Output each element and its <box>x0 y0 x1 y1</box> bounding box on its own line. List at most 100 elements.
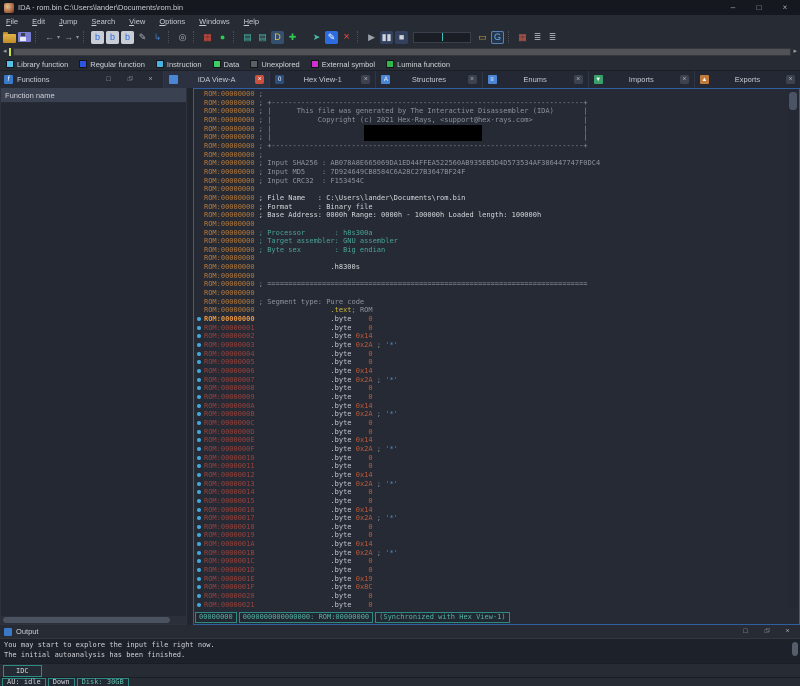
listing-line[interactable]: ROM:0000000B .byte 0x2A ; '*' <box>194 410 799 419</box>
listing-line[interactable]: ROM:00000011 .byte 0 <box>194 462 799 471</box>
listing-line[interactable]: ROM:00000012 .byte 0x14 <box>194 471 799 480</box>
toolbar-flow-chart-icon[interactable]: ≣ <box>531 31 544 44</box>
panel-close-icon[interactable]: × <box>779 628 796 635</box>
listing-line[interactable]: ROM:00000009 .byte 0 <box>194 393 799 402</box>
listing-line[interactable]: ROM:00000002 .byte 0x14 <box>194 332 799 341</box>
toolbar-lumina-server-icon[interactable]: G <box>491 31 504 44</box>
save-file-icon[interactable] <box>18 32 31 42</box>
listing-line[interactable]: ROM:00000018 .byte 0 <box>194 523 799 532</box>
jump-by-name-icon[interactable]: b <box>91 31 104 44</box>
listing-line[interactable]: ROM:00000000 .text; ROM <box>194 306 799 315</box>
toolbar-nav-back-icon[interactable]: ←▾ <box>43 31 60 44</box>
listing-line[interactable]: ROM:00000006 .byte 0x14 <box>194 367 799 376</box>
tab-enums[interactable]: ≡Enums× <box>482 71 588 88</box>
tab-structures[interactable]: AStructures× <box>375 71 481 88</box>
listing-line[interactable]: ROM:00000000 ; Base Address: 0000h Range… <box>194 211 799 220</box>
listing-line[interactable]: ROM:00000000 <box>194 289 799 298</box>
listing-line[interactable]: ROM:00000000 ; Input CRC32 : F153454C <box>194 177 799 186</box>
toolbar-undefine-icon[interactable]: × <box>340 31 353 44</box>
panel-close-icon[interactable]: × <box>142 76 159 83</box>
navband-right-icon[interactable]: ▸ <box>793 48 797 56</box>
toolbar-jump-function-icon[interactable]: b <box>106 31 119 44</box>
listing-line[interactable]: ROM:00000000 <box>194 254 799 263</box>
debug-pause-icon[interactable]: ▮▮ <box>380 31 393 44</box>
menu-edit[interactable]: Edit <box>32 17 45 26</box>
toolbar-debug-stop-icon[interactable]: ■ <box>395 31 408 44</box>
tab-close-icon[interactable]: × <box>468 75 477 84</box>
add-function-icon[interactable]: ✚ <box>286 31 299 44</box>
listing-line[interactable]: ROM:0000000F .byte 0x2A ; '*' <box>194 445 799 454</box>
tab-close-icon[interactable]: × <box>361 75 370 84</box>
call-graph-icon[interactable]: ≣ <box>546 31 559 44</box>
navigation-band[interactable]: ◂ ▸ <box>0 46 800 58</box>
listing-line[interactable]: ROM:00000013 .byte 0x2A ; '*' <box>194 480 799 489</box>
tab-close-icon[interactable]: × <box>786 75 795 84</box>
menu-file[interactable]: File <box>6 17 18 26</box>
toolbar-nav-forward-icon[interactable]: →▾ <box>62 31 79 44</box>
listing-line[interactable]: ROM:00000003 .byte 0x2A ; '*' <box>194 341 799 350</box>
functions-hscrollbar[interactable] <box>1 616 186 624</box>
listing-line[interactable]: ROM:00000014 .byte 0 <box>194 488 799 497</box>
listing-line[interactable]: ROM:00000000 <box>194 185 799 194</box>
toolbar-lumina-icon[interactable]: ● <box>216 31 229 44</box>
listing-line[interactable]: ROM:00000000 ; <box>194 90 799 99</box>
listing-line[interactable]: ROM:00000000 ; +------------------------… <box>194 99 799 108</box>
jump-function-icon[interactable]: b <box>106 31 119 44</box>
listing-line[interactable]: ROM:0000000A .byte 0x14 <box>194 402 799 411</box>
listing-line[interactable]: ROM:00000000 ; | Copyright (c) 2021 Hex-… <box>194 116 799 125</box>
listing-line[interactable]: ROM:00000000 .byte 0 <box>194 315 799 324</box>
listing-line[interactable]: ROM:00000000 <box>194 272 799 281</box>
toolbar-keyboard-icon[interactable]: ✎ <box>136 31 149 44</box>
listing-line[interactable]: ROM:00000020 .byte 0 <box>194 592 799 601</box>
listing-line[interactable]: ROM:0000000C .byte 0 <box>194 419 799 428</box>
menu-options[interactable]: Options <box>159 17 185 26</box>
tab-ida-view-a[interactable]: IDA View-A× <box>163 71 269 88</box>
toolbar-search-icon[interactable]: ◎ <box>176 31 189 44</box>
toolbar-open-file-icon[interactable] <box>3 31 16 43</box>
search-icon[interactable]: ◎ <box>176 31 189 44</box>
listing-line[interactable]: ROM:0000001F .byte 0x8C <box>194 583 799 592</box>
disassembly-listing[interactable]: ROM:00000000 ;ROM:00000000 ; +----------… <box>194 89 799 610</box>
maximize-icon[interactable]: □ <box>748 0 770 15</box>
listing-line[interactable]: ROM:00000000 .h8300s <box>194 263 799 272</box>
chart-icon[interactable]: ▦ <box>516 31 529 44</box>
toolbar-chart-icon[interactable]: ▦ <box>516 31 529 44</box>
close-icon[interactable]: × <box>774 0 796 15</box>
listing-line[interactable]: ROM:00000000 ; <box>194 151 799 160</box>
tab-close-icon[interactable]: × <box>255 75 264 84</box>
tab-hex-view-1[interactable]: 0Hex View-1× <box>269 71 375 88</box>
dropdown-caret-icon[interactable]: ▾ <box>76 34 79 41</box>
functions-column-header[interactable]: Function name <box>1 88 186 103</box>
apply-icon[interactable]: ➤ <box>310 31 323 44</box>
toolbar-call-graph-icon[interactable]: ≣ <box>546 31 559 44</box>
functions-list[interactable] <box>1 103 186 616</box>
toolbar-colors-icon[interactable]: ▦ <box>201 31 214 44</box>
listing-line[interactable]: ROM:00000000 ; =========================… <box>194 280 799 289</box>
flow-chart-icon[interactable]: ≣ <box>531 31 544 44</box>
listing-line[interactable]: ROM:00000015 .byte 0 <box>194 497 799 506</box>
toolbar-debug-run-icon[interactable]: ▶ <box>365 31 378 44</box>
nav-back-icon[interactable]: ← <box>43 31 56 44</box>
panel-float-icon[interactable]: □ <box>121 77 138 83</box>
minimize-icon[interactable]: – <box>722 0 744 15</box>
listing-line[interactable]: ROM:00000000 ; Byte sex : Big endian <box>194 246 799 255</box>
listing-line[interactable]: ROM:00000021 .byte 0 <box>194 601 799 610</box>
menu-view[interactable]: View <box>129 17 145 26</box>
tab-imports[interactable]: ▼Imports× <box>588 71 694 88</box>
lumina-icon[interactable]: ● <box>216 31 229 44</box>
edit-icon[interactable]: ✎ <box>325 31 338 44</box>
scrollbar-thumb[interactable] <box>789 92 797 110</box>
output-log[interactable]: You may start to explore the input file … <box>0 638 800 663</box>
menu-jump[interactable]: Jump <box>59 17 77 26</box>
listing-line[interactable]: ROM:00000000 ; Input SHA256 : AB078A8E66… <box>194 159 799 168</box>
toolbar-data-definition-icon[interactable]: D <box>271 31 284 44</box>
asm-view2-icon[interactable]: ▤ <box>256 31 269 44</box>
toolbar-save-file-icon[interactable] <box>18 32 31 42</box>
dropdown-caret-icon[interactable]: ▾ <box>57 34 60 41</box>
toolbar-debug-pause-icon[interactable]: ▮▮ <box>380 31 393 44</box>
listing-line[interactable]: ROM:00000000 ; File Name : C:\Users\land… <box>194 194 799 203</box>
listing-line[interactable]: ROM:00000019 .byte 0 <box>194 531 799 540</box>
listing-line[interactable]: ROM:00000000 ; +------------------------… <box>194 142 799 151</box>
listing-line[interactable]: ROM:0000001C .byte 0 <box>194 557 799 566</box>
listing-line[interactable]: ROM:00000000 <box>194 220 799 229</box>
